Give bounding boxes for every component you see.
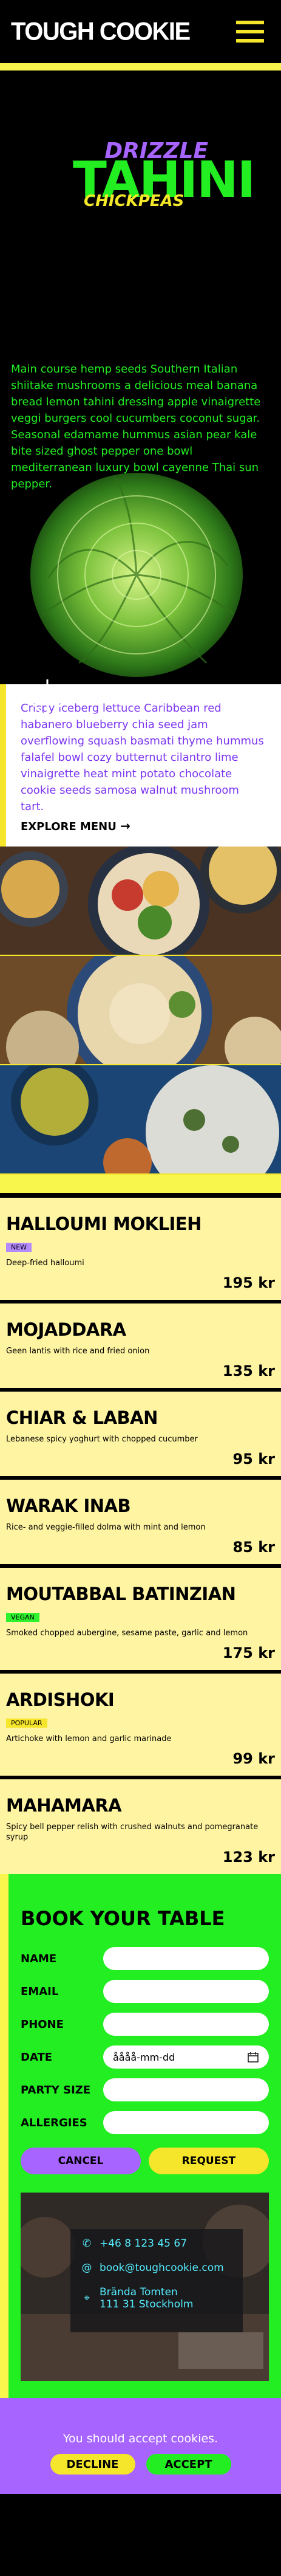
phone-label: PHONE [21, 2018, 64, 2031]
location-icon: ⌖ [84, 2292, 90, 2304]
phone-row: PHONE [21, 2008, 269, 2041]
menu-item[interactable]: MOJADDARA Geen lantis with rice and frie… [0, 1300, 281, 1388]
popular-badge: POPULAR [6, 1719, 47, 1728]
food-photo-dips [0, 1065, 281, 1175]
accept-button[interactable]: ACCEPT [146, 2454, 231, 2475]
contact-card: ✆ +46 8 123 45 67 @ book@toughcookie.com… [70, 2229, 243, 2332]
hero-title-sub: CHICKPEAS [84, 192, 185, 210]
vegan-badge: VEGAN [6, 1613, 39, 1622]
name-row: NAME [21, 1942, 269, 1975]
contact-phone[interactable]: ✆ +46 8 123 45 67 [80, 2238, 233, 2250]
menu-item-desc: Smoked chopped aubergine, sesame paste, … [6, 1629, 248, 1638]
contact-address-line2: 111 31 Stockholm [100, 2298, 194, 2310]
date-label: DATE [21, 2050, 53, 2064]
email-row: EMAIL [21, 1975, 269, 2008]
menu-item-name: MAHAMARA [6, 1795, 122, 1816]
menu-item-desc: Deep-fried halloumi [6, 1259, 84, 1268]
menu-item-price: 135 kr [222, 1362, 275, 1379]
menu-item-desc: Geen lantis with rice and fried onion [6, 1347, 150, 1356]
cancel-button[interactable]: CANCEL [21, 2148, 141, 2174]
menu-item[interactable]: MAHAMARA Spicy bell pepper relish with c… [0, 1776, 281, 1874]
cookie-banner: You should accept cookies. DECLINE ACCEP… [0, 2398, 281, 2494]
at-icon: @ [81, 2262, 92, 2274]
allergies-label: ALLERGIES [21, 2116, 87, 2129]
menu-item-name: WARAK INAB [6, 1496, 131, 1516]
contact-address[interactable]: ⌖ Brända Tomten 111 31 Stockholm [80, 2286, 233, 2310]
photo-gallery [0, 847, 281, 1175]
date-input[interactable]: åååå-mm-dd [103, 2045, 269, 2069]
explore-menu-label: EXPLORE MENU [21, 820, 117, 833]
date-placeholder: åååå-mm-dd [113, 2051, 175, 2063]
contact-email[interactable]: @ book@toughcookie.com [80, 2262, 233, 2274]
food-photo-chickpeas-salad [0, 847, 281, 956]
name-input[interactable] [103, 1947, 269, 1970]
lettuce-image [30, 473, 243, 677]
arrow-right-icon: → [120, 819, 130, 833]
menu-item-desc: Artichoke with lemon and garlic marinade [6, 1734, 172, 1743]
phone-icon: ✆ [82, 2238, 92, 2250]
allergies-input[interactable] [103, 2111, 269, 2134]
menu-item-price: 95 kr [232, 1451, 275, 1468]
menu-item-name: MOUTABBAL BATINZIAN [6, 1584, 236, 1604]
yellow-divider [0, 1175, 281, 1193]
party-size-input[interactable] [103, 2078, 269, 2101]
menu-item[interactable]: CHIAR & LABAN Lebanese spicy yoghurt wit… [0, 1388, 281, 1476]
booking-title: BOOK YOUR TABLE [21, 1907, 225, 1930]
calendar-icon[interactable] [247, 2051, 259, 2063]
menu-item-price: 175 kr [222, 1644, 275, 1661]
menu-item-price: 123 kr [222, 1849, 275, 1866]
menu-item-price: 85 kr [232, 1539, 275, 1556]
menu-item-name: ARDISHOKI [6, 1689, 115, 1710]
contact-address-line1: Brända Tomten [100, 2286, 178, 2298]
menu-list: HALLOUMI MOKLIEH NEW Deep-fried halloumi… [0, 1198, 281, 1874]
menu-item-name: CHIAR & LABAN [6, 1407, 158, 1428]
contact-email-text: book@toughcookie.com [100, 2262, 224, 2274]
food-photo-hummus [0, 956, 281, 1065]
menu-item-price: 99 kr [232, 1750, 275, 1767]
party-row: PARTY SIZE [21, 2073, 269, 2106]
menu-icon[interactable] [236, 21, 264, 43]
email-label: EMAIL [21, 1985, 59, 1998]
site-header: TOUGH COOKIE [0, 0, 281, 63]
contact-block: ✆ +46 8 123 45 67 @ book@toughcookie.com… [21, 2193, 269, 2381]
explore-menu-link[interactable]: EXPLORE MENU → [21, 819, 130, 833]
yellow-divider [0, 63, 281, 70]
menu-item-desc: Rice- and veggie-filled dolma with mint … [6, 1523, 206, 1532]
arrow-down-icon[interactable] [29, 678, 66, 721]
menu-item-name: MOJADDARA [6, 1319, 126, 1340]
date-row: DATE åååå-mm-dd [21, 2041, 269, 2073]
phone-input[interactable] [103, 2013, 269, 2036]
email-input[interactable] [103, 1980, 269, 2003]
decline-button[interactable]: DECLINE [50, 2454, 135, 2475]
menu-item-desc: Lebanese spicy yoghurt with chopped cucu… [6, 1435, 198, 1444]
menu-item-desc: Spicy bell pepper relish with crushed wa… [6, 1822, 259, 1842]
menu-item-name: HALLOUMI MOKLIEH [6, 1214, 201, 1234]
logo[interactable]: TOUGH COOKIE [11, 17, 191, 46]
menu-item-price: 195 kr [222, 1274, 275, 1291]
booking-section: BOOK YOUR TABLE NAME EMAIL PHONE DATE åå… [0, 1874, 281, 2398]
cookie-buttons: DECLINE ACCEPT [0, 2454, 281, 2475]
allergies-row: ALLERGIES [21, 2106, 269, 2139]
name-label: NAME [21, 1952, 57, 1965]
menu-item[interactable]: HALLOUMI MOKLIEH NEW Deep-fried halloumi… [0, 1198, 281, 1300]
cookie-text: You should accept cookies. [63, 2432, 218, 2445]
party-label: PARTY SIZE [21, 2083, 91, 2097]
menu-item[interactable]: MOUTABBAL BATINZIAN VEGAN Smoked chopped… [0, 1564, 281, 1670]
new-badge: NEW [6, 1243, 32, 1252]
hero-section: DRIZZLE TAHINI CHICKPEAS Main course hem… [0, 70, 281, 720]
contact-phone-text: +46 8 123 45 67 [100, 2238, 188, 2250]
request-button[interactable]: REQUEST [149, 2148, 269, 2174]
booking-buttons: CANCEL REQUEST [21, 2148, 269, 2174]
menu-item[interactable]: WARAK INAB Rice- and veggie-filled dolma… [0, 1476, 281, 1564]
menu-item[interactable]: ARDISHOKI POPULAR Artichoke with lemon a… [0, 1670, 281, 1776]
